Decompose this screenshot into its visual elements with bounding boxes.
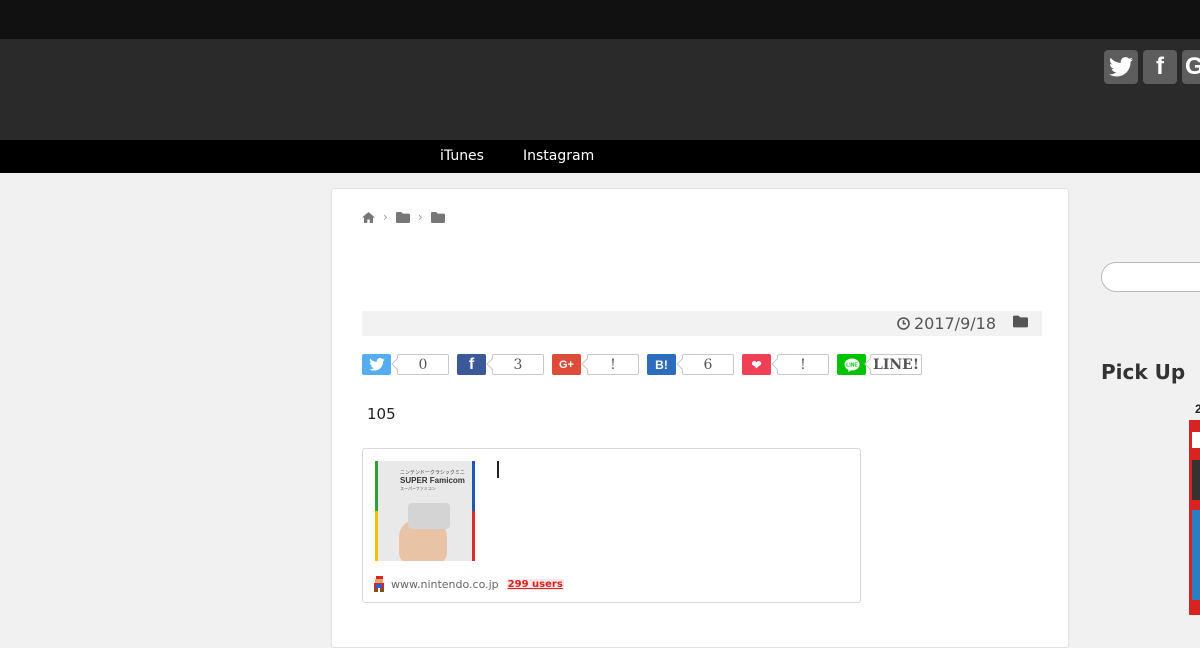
share-line[interactable]: LINE LINE! [837, 354, 922, 375]
share-hatena[interactable]: B! 6 [647, 354, 734, 375]
share-facebook[interactable]: f 3 [457, 354, 544, 375]
post-date: 2017/9/18 [897, 314, 996, 333]
pocket-icon[interactable]: ❤ [742, 354, 771, 375]
folder-icon[interactable] [395, 211, 410, 223]
facebook-icon[interactable]: f [1143, 50, 1177, 84]
link-card-thumbnail[interactable]: ニンテンドークラシックミニ SUPER Famicom スーパーファミコン [375, 461, 475, 561]
share-pocket[interactable]: ❤ ! [742, 354, 829, 375]
article-meta: 2017/9/18 [362, 311, 1042, 336]
share-buttons: 0 f 3 G+ ! B! 6 ❤ ! LINE LINE! [362, 354, 922, 375]
link-card[interactable]: ニンテンドークラシックミニ SUPER Famicom スーパーファミコン ww… [362, 448, 861, 603]
share-count: ! [587, 354, 639, 375]
share-twitter[interactable]: 0 [362, 354, 449, 375]
share-count: 6 [682, 354, 734, 375]
hatena-bookmark-icon[interactable]: B! [647, 354, 676, 375]
thumbnail-title: SUPER Famicom [400, 476, 465, 485]
category-folder-icon[interactable] [1013, 315, 1028, 328]
facebook-icon[interactable]: f [457, 354, 486, 375]
favicon-icon [374, 576, 384, 592]
share-count: 0 [397, 354, 449, 375]
share-count: 3 [492, 354, 544, 375]
breadcrumb: › › [362, 210, 445, 224]
nav-item-instagram[interactable]: Instagram [523, 148, 594, 164]
main-nav: iTunes Instagram [0, 140, 1200, 173]
twitter-icon[interactable] [1104, 50, 1138, 84]
thumbnail-subtitle: スーパーファミコン [400, 486, 436, 491]
chevron-right-icon: › [417, 210, 423, 224]
pickup-heading: Pick Up [1101, 360, 1186, 384]
share-count: ! [777, 354, 829, 375]
folder-icon[interactable] [430, 211, 445, 223]
site-header [0, 39, 1200, 140]
pickup-rank: 2 [1195, 402, 1200, 416]
header-social-links: f G [1104, 50, 1200, 84]
share-count: LINE! [870, 354, 922, 375]
article-body-text: 105 [367, 405, 396, 423]
bookmark-users-badge[interactable]: 299 users [506, 578, 564, 590]
nav-item-itunes[interactable]: iTunes [440, 148, 484, 164]
google-plus-icon[interactable]: G+ [552, 354, 581, 375]
text-caret [497, 461, 499, 478]
chevron-right-icon: › [383, 210, 388, 224]
home-icon[interactable] [362, 211, 375, 223]
thumbnail-caption: ニンテンドークラシックミニ [400, 470, 465, 476]
post-date-text: 2017/9/18 [913, 314, 996, 333]
line-icon[interactable]: LINE [837, 354, 866, 375]
link-card-source: www.nintendo.co.jp 299 users [373, 576, 564, 592]
console-image [408, 503, 450, 529]
link-card-domain[interactable]: www.nintendo.co.jp [391, 578, 499, 591]
twitter-icon[interactable] [362, 354, 391, 375]
pickup-item-image[interactable] [1189, 420, 1200, 615]
search-input[interactable] [1101, 262, 1200, 292]
top-bar [0, 0, 1200, 39]
clock-icon [897, 317, 910, 330]
article-card: › › 2017/9/18 0 f 3 G+ ! B! 6 ❤ ! LINE L… [331, 188, 1069, 648]
svg-text:LINE: LINE [846, 362, 858, 368]
share-google-plus[interactable]: G+ ! [552, 354, 639, 375]
google-icon[interactable]: G [1182, 50, 1200, 84]
